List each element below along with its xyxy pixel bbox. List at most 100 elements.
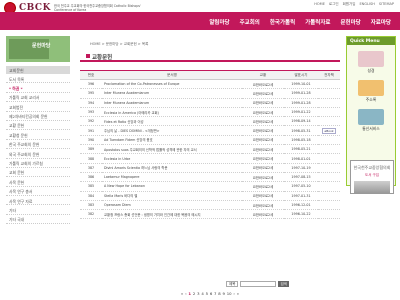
page-link[interactable]: 10: [227, 291, 232, 296]
page-link[interactable]: 7: [214, 291, 216, 296]
nav-item-korea-catholic[interactable]: 한국가톨릭: [265, 12, 300, 30]
row-title[interactable]: Operosam Diem: [102, 200, 242, 211]
util-home-link[interactable]: HOME: [314, 2, 325, 7]
ebook-badge[interactable]: eBook: [322, 127, 336, 134]
page-link[interactable]: 8: [218, 291, 220, 296]
table-row[interactable]: 388 Ecclesia in Urbe 요한바오로2세 1998-01-01: [80, 153, 340, 164]
page-link[interactable]: 1: [188, 291, 191, 296]
row-title[interactable]: A New Hope for Lebanon: [102, 181, 242, 192]
util-login-link[interactable]: 로그인: [329, 2, 339, 7]
first-page-button[interactable]: «: [181, 291, 183, 296]
row-date: 1996-10-22: [284, 209, 318, 220]
address-book-icon: [358, 80, 384, 96]
table-row[interactable]: 389 Apostolos suos 주교회의의 신학적 법률적 성격에 관한 자…: [80, 144, 340, 155]
row-date: 1998-09-14: [284, 116, 318, 127]
nav-item-catholic-data[interactable]: 가톨릭자료: [300, 12, 335, 30]
quick-menu-title: Quick Menu: [347, 37, 395, 45]
table-header-row: 번호 문서명 교황 발표시기 전자책: [80, 70, 340, 80]
book-shop-banner[interactable]: 한국천주교중앙협의회 도서 구입: [350, 160, 394, 194]
sidebar-item[interactable]: 한국 주교회의 문헌: [6, 140, 70, 150]
row-title[interactable]: Ecclesia in America (아메리카 교회): [102, 107, 242, 118]
quick-item-bible[interactable]: 성경: [347, 51, 395, 74]
page-link[interactable]: 4: [201, 291, 203, 296]
quick-item-label: 통신서비스: [362, 126, 380, 131]
table-row[interactable]: 382 교황청 프랑스 총회 선언문 : 생명의 가치와 인간에 대한 복음의 메…: [80, 209, 340, 220]
row-title[interactable]: Ecclesia in Urbe: [102, 153, 242, 164]
row-pope: 요한바오로2세: [242, 209, 284, 220]
row-title[interactable]: Divini Amoris Scientia 하느님 사랑의 학문: [102, 163, 242, 173]
sidebar-item[interactable]: 교회법전: [6, 102, 70, 112]
sidebar-item[interactable]: 외국 주교회의 문헌: [6, 149, 70, 159]
row-date: 1999-01-22: [284, 107, 318, 118]
sidebar: 교회문헌 도서 목록 * 하권 * 가톨릭 교회 교리서 교회법전 제2차바티칸…: [6, 66, 70, 300]
table-row[interactable]: 393 Ecclesia in America (아메리카 교회) 요한바오로2세 1…: [80, 107, 340, 118]
row-ebook: [318, 153, 340, 164]
table-row[interactable]: 385 A New Hope for Lebanon 요한바오로2세 1997-05-…: [80, 181, 340, 192]
table-row[interactable]: 390 Ad Tuendam Fidem 신앙의 옹호 요한바오로2세 1998-05…: [80, 135, 340, 146]
sidebar-item[interactable]: 가톨릭 교회의 가르침: [6, 159, 70, 168]
row-ebook: [318, 181, 340, 192]
table-row[interactable]: 387 Divini Amoris Scientia 하느님 사랑의 학문 요한바오…: [80, 163, 340, 173]
sidebar-item[interactable]: 사목 연구 총서: [6, 187, 70, 197]
row-title[interactable]: Inter Munera Academiarum: [102, 88, 242, 99]
search-field-select[interactable]: 제목: [226, 281, 239, 287]
row-title[interactable]: Proclamation of the Co-Patronesses of Eu…: [102, 79, 242, 90]
util-join-link[interactable]: 회원가입: [343, 2, 356, 7]
page-link[interactable]: 3: [197, 291, 199, 296]
page-link[interactable]: 2: [193, 291, 195, 296]
row-title[interactable]: Stella Maris 바다의 별: [102, 191, 242, 201]
table-row[interactable]: 383 Operosam Diem 요한바오로2세 1996-12-01: [80, 200, 340, 211]
quick-item-label: 성경: [367, 68, 375, 73]
next-page-button[interactable]: ›: [233, 291, 235, 296]
row-title[interactable]: 교황청 프랑스 총회 선언문 : 생명의 가치와 인간에 대한 복음의 메시지: [102, 209, 242, 220]
row-ebook[interactable]: eBook: [318, 125, 340, 136]
row-title[interactable]: Apostolos suos 주교회의의 신학적 법률적 성격에 관한 자의 교…: [102, 144, 242, 155]
sidebar-item[interactable]: 제2차바티칸공의회 문헌: [6, 112, 70, 121]
page-link[interactable]: 9: [223, 291, 225, 296]
row-title[interactable]: Inter Munera Academiarum: [102, 98, 242, 108]
util-sitemap-link[interactable]: SITEMAP: [379, 2, 394, 7]
table-row[interactable]: 395 Inter Munera Academiarum 요한바오로2세 1999-0…: [80, 88, 340, 99]
shop-line2: 도서 구입: [365, 173, 379, 177]
last-page-button[interactable]: »: [237, 291, 239, 296]
sidebar-item[interactable]: 교회 문헌: [6, 168, 70, 178]
util-english-link[interactable]: ENGLISH: [359, 2, 374, 7]
table-row[interactable]: 392 Fides et Ratio 신앙과 이성 요한바오로2세 1998-09-1…: [80, 116, 340, 127]
table-row[interactable]: 394 Inter Munera Academiarum 요한바오로2세 1999-0…: [80, 98, 340, 108]
sidebar-item[interactable]: 도서 목록: [6, 74, 70, 84]
nav-item-documents[interactable]: 문헌마당: [336, 12, 366, 30]
content-title-bar: 교황문헌: [80, 50, 340, 62]
table-row[interactable]: 391 주님의 날 - DIES DOMINI - <개정판> 요한바오로2세 199…: [80, 125, 340, 136]
sidebar-item[interactable]: 사목 연구 자료: [6, 196, 70, 206]
search-button[interactable]: 검색: [278, 281, 289, 287]
search-input[interactable]: [240, 281, 277, 287]
row-ebook: [318, 191, 340, 201]
nav-item-resources[interactable]: 자료마당: [366, 12, 396, 30]
row-title[interactable]: Ad Tuendam Fidem 신앙의 옹호: [102, 135, 242, 146]
table-row[interactable]: 386 Laetamur Magnopere 요한바오로2세 1997-08-15: [80, 172, 340, 183]
page-link[interactable]: 6: [210, 291, 212, 296]
page-link[interactable]: 5: [206, 291, 208, 296]
sidebar-item[interactable]: 교황청 문헌: [6, 130, 70, 140]
nav-item-bishops[interactable]: 주교회의: [235, 12, 265, 30]
row-title[interactable]: Fides et Ratio 신앙과 이성: [102, 116, 242, 127]
row-date: 1998-01-01: [284, 153, 318, 164]
prev-page-button[interactable]: ‹: [185, 291, 187, 296]
sidebar-item[interactable]: 사목 문헌: [6, 177, 70, 187]
sidebar-item[interactable]: 기타: [6, 205, 70, 215]
quick-item-service[interactable]: 통신서비스: [347, 109, 395, 132]
col-date: 발표시기: [284, 70, 318, 80]
row-pope: 요한바오로2세: [242, 163, 284, 173]
sidebar-item[interactable]: 가톨릭 교회 교리서: [6, 93, 70, 103]
table-row[interactable]: 384 Stella Maris 바다의 별 요한바오로2세 1997-01-31: [80, 191, 340, 201]
row-ebook: [318, 135, 340, 146]
row-title[interactable]: Laetamur Magnopere: [102, 172, 242, 183]
nav-item-notice[interactable]: 알림마당: [204, 12, 234, 30]
col-ebook: 전자책: [318, 70, 340, 80]
row-title[interactable]: 주님의 날 - DIES DOMINI - <개정판>: [102, 125, 242, 136]
quick-item-address[interactable]: 주소록: [347, 80, 395, 103]
sidebar-item[interactable]: 기타 국내: [6, 215, 70, 225]
sidebar-item[interactable]: 교황 문헌: [6, 121, 70, 131]
table-row[interactable]: 396 Proclamation of the Co-Patronesses of…: [80, 79, 340, 90]
sidebar-item[interactable]: * 하권 *: [6, 83, 70, 93]
